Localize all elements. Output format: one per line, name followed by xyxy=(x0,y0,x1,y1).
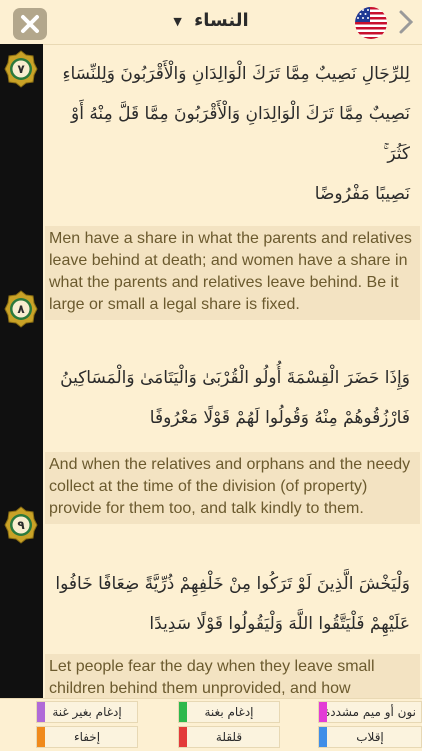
ayah-text-line: لِلرِّجَالِ نَصِيبٌ مِمَّا تَرَكَ الْوَا… xyxy=(62,64,410,84)
legend-label: إدغام بغنة xyxy=(204,705,254,719)
translation-text: Let people fear the day when they leave … xyxy=(45,654,420,698)
chevron-right-icon xyxy=(399,10,414,34)
ayah-text-line: نَصِيبٌ مِمَّا تَرَكَ الْوَالِدَانِ وَال… xyxy=(70,104,410,164)
ayah-text-line: عَلَيْهِمْ فَلْيَتَّقُوا اللَّهَ وَلْيَق… xyxy=(149,614,410,634)
translation-text: Men have a share in what the parents and… xyxy=(45,226,420,320)
legend-ikhfa[interactable]: إخفاء xyxy=(36,726,138,748)
ayah-text-line: فَارْزُقُوهُمْ مِنْهُ وَقُولُوا لَهُمْ ق… xyxy=(149,408,410,428)
us-flag-icon[interactable] xyxy=(355,7,387,39)
ayah-rail: ٧ ٨ ٩ xyxy=(0,44,43,698)
color-swatch xyxy=(179,727,187,747)
translation-text: And when the relatives and orphans and t… xyxy=(45,452,420,524)
color-swatch xyxy=(37,727,45,747)
color-swatch xyxy=(319,727,327,747)
ayah-text-line: وَإِذَا حَضَرَ الْقِسْمَةَ أُولُو الْقُر… xyxy=(60,368,410,388)
legend-iqlab[interactable]: إقلاب xyxy=(318,726,422,748)
surah-title: النساء xyxy=(194,10,249,31)
reading-pane: لِلرِّجَالِ نَصِيبٌ مِمَّا تَرَكَ الْوَا… xyxy=(43,44,422,698)
legend-label: إخفاء xyxy=(73,730,101,744)
ayah-marker-7[interactable]: ٧ xyxy=(4,50,38,88)
legend-noon-meem-mushaddada[interactable]: نون أو ميم مشددة xyxy=(318,701,422,723)
legend-label: قلقلة xyxy=(215,730,243,744)
forward-arrow-button[interactable] xyxy=(395,9,417,35)
color-swatch xyxy=(319,702,327,722)
ayah-marker-8[interactable]: ٨ xyxy=(4,290,38,328)
legend-idgham-with-ghunna[interactable]: إدغام بغنة xyxy=(178,701,280,723)
ayah-block-9[interactable]: وَلْيَخْشَ الَّذِينَ لَوْ تَرَكُوا مِنْ … xyxy=(43,524,422,698)
ayah-text-line: وَلْيَخْشَ الَّذِينَ لَوْ تَرَكُوا مِنْ … xyxy=(55,574,410,594)
color-swatch xyxy=(179,702,187,722)
ayah-block-8[interactable]: وَإِذَا حَضَرَ الْقِسْمَةَ أُولُو الْقُر… xyxy=(43,320,422,524)
legend-label: إدغام بغير غنة xyxy=(52,705,122,719)
legend-idgham-without-ghunna[interactable]: إدغام بغير غنة xyxy=(36,701,138,723)
ayah-number: ٧ xyxy=(17,62,25,76)
legend-label: نون أو ميم مشددة xyxy=(323,705,417,719)
legend-label: إقلاب xyxy=(356,730,384,744)
tajweed-legend: إدغام بغير غنة إدغام بغنة نون أو ميم مشد… xyxy=(0,698,422,751)
top-bar: ▼ النساء xyxy=(0,0,422,45)
ayah-number: ٨ xyxy=(17,302,25,316)
ayah-block-7[interactable]: لِلرِّجَالِ نَصِيبٌ مِمَّا تَرَكَ الْوَا… xyxy=(43,44,422,320)
chevron-down-icon: ▼ xyxy=(173,14,182,28)
legend-qalqala[interactable]: قلقلة xyxy=(178,726,280,748)
ayah-marker-9[interactable]: ٩ xyxy=(4,506,38,544)
ayah-number: ٩ xyxy=(17,518,25,532)
color-swatch xyxy=(37,702,45,722)
ayah-text-line: نَصِيبًا مَفْرُوضًا xyxy=(314,184,410,204)
